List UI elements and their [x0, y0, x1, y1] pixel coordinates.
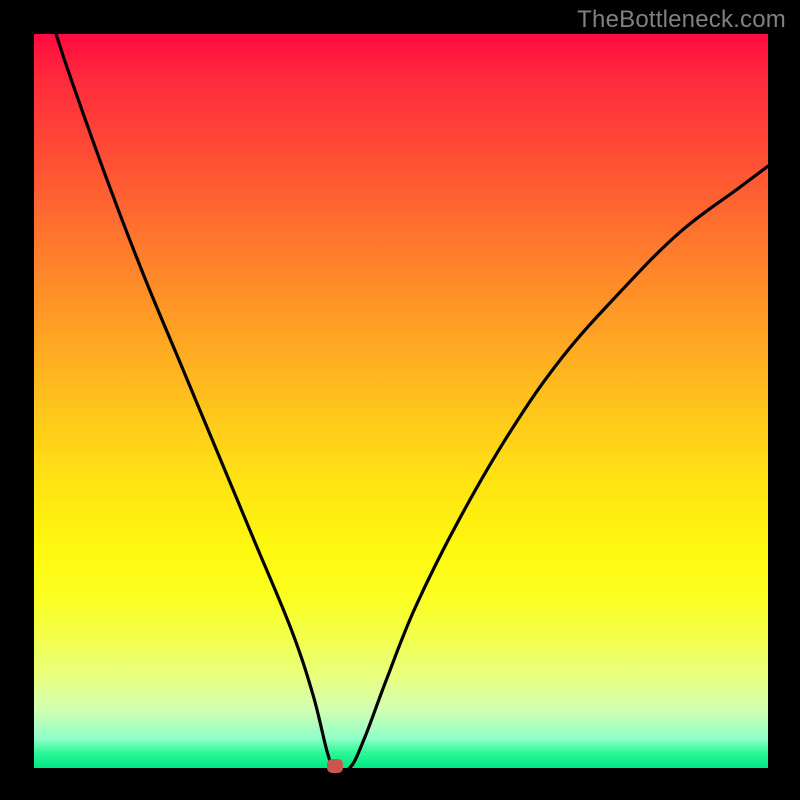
bottleneck-curve [56, 34, 768, 768]
min-marker [327, 759, 343, 773]
watermark-text: TheBottleneck.com [577, 6, 786, 34]
plot-area [34, 34, 768, 768]
chart-root: TheBottleneck.com [0, 0, 800, 800]
curve-svg [34, 34, 768, 768]
